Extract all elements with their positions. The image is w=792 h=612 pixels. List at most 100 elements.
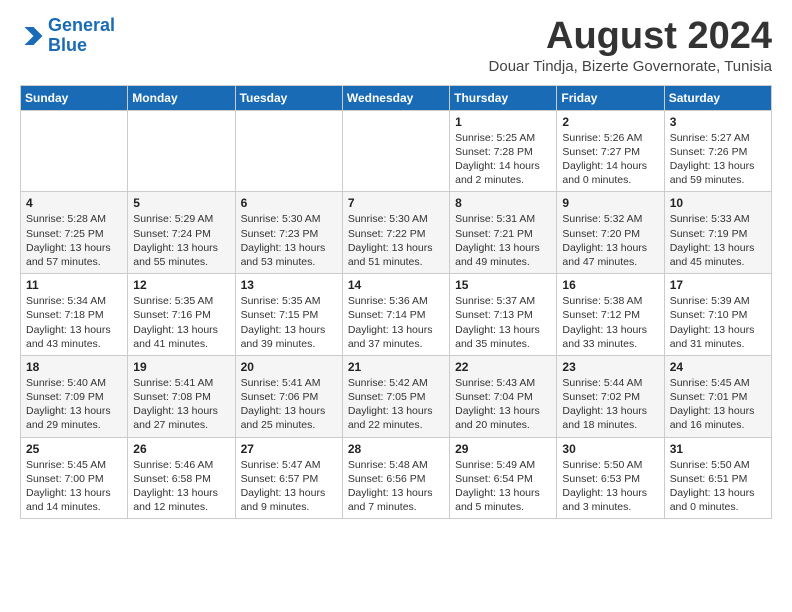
day-info: Sunrise: 5:50 AM Sunset: 6:51 PM Dayligh…: [670, 458, 766, 515]
calendar-cell: 15 Sunrise: 5:37 AM Sunset: 7:13 PM Dayli…: [450, 274, 557, 356]
day-info: Sunrise: 5:26 AM Sunset: 7:27 PM Dayligh…: [562, 131, 658, 188]
day-number: 14: [348, 278, 444, 292]
day-number: 7: [348, 196, 444, 210]
location: Douar Tindja, Bizerte Governorate, Tunis…: [489, 58, 772, 75]
day-number: 9: [562, 196, 658, 210]
calendar-week-row: 1Sunrise: 5:25 AM Sunset: 7:28 PM Daylig…: [21, 110, 772, 192]
calendar-header: Sunday Monday Tuesday Wednesday Thursday…: [21, 85, 772, 110]
calendar-cell: 9Sunrise: 5:32 AM Sunset: 7:20 PM Daylig…: [557, 192, 664, 274]
calendar-cell: 11 Sunrise: 5:34 AM Sunset: 7:18 PM Dayli…: [21, 274, 128, 356]
day-info: Sunrise: 5:34 AM Sunset: 7:18 PM Dayligh…: [26, 294, 122, 351]
th-saturday: Saturday: [664, 85, 771, 110]
day-info: Sunrise: 5:50 AM Sunset: 6:53 PM Dayligh…: [562, 458, 658, 515]
calendar-cell: 27 Sunrise: 5:47 AM Sunset: 6:57 PM Dayli…: [235, 437, 342, 519]
calendar-cell: 5Sunrise: 5:29 AM Sunset: 7:24 PM Daylig…: [128, 192, 235, 274]
calendar-cell: [128, 110, 235, 192]
day-number: 29: [455, 442, 551, 456]
calendar-cell: 14 Sunrise: 5:36 AM Sunset: 7:14 PM Dayli…: [342, 274, 449, 356]
calendar-week-row: 11 Sunrise: 5:34 AM Sunset: 7:18 PM Dayli…: [21, 274, 772, 356]
day-info: Sunrise: 5:41 AM Sunset: 7:08 PM Dayligh…: [133, 376, 229, 433]
calendar-cell: 31 Sunrise: 5:50 AM Sunset: 6:51 PM Dayli…: [664, 437, 771, 519]
logo-line1: General: [48, 15, 115, 35]
calendar-cell: 29 Sunrise: 5:49 AM Sunset: 6:54 PM Dayli…: [450, 437, 557, 519]
calendar-cell: 16 Sunrise: 5:38 AM Sunset: 7:12 PM Dayli…: [557, 274, 664, 356]
day-info: Sunrise: 5:41 AM Sunset: 7:06 PM Dayligh…: [241, 376, 337, 433]
day-number: 27: [241, 442, 337, 456]
day-info: Sunrise: 5:30 AM Sunset: 7:22 PM Dayligh…: [348, 212, 444, 269]
calendar-cell: 24Sunrise: 5:45 AM Sunset: 7:01 PM Dayli…: [664, 355, 771, 437]
day-info: Sunrise: 5:33 AM Sunset: 7:19 PM Dayligh…: [670, 212, 766, 269]
day-number: 24: [670, 360, 766, 374]
day-number: 16: [562, 278, 658, 292]
day-info: Sunrise: 5:37 AM Sunset: 7:13 PM Dayligh…: [455, 294, 551, 351]
day-number: 19: [133, 360, 229, 374]
calendar-cell: 28 Sunrise: 5:48 AM Sunset: 6:56 PM Dayli…: [342, 437, 449, 519]
day-info: Sunrise: 5:35 AM Sunset: 7:15 PM Dayligh…: [241, 294, 337, 351]
calendar-week-row: 25 Sunrise: 5:45 AM Sunset: 7:00 PM Dayli…: [21, 437, 772, 519]
calendar-cell: 20Sunrise: 5:41 AM Sunset: 7:06 PM Dayli…: [235, 355, 342, 437]
month-year: August 2024: [489, 16, 772, 58]
logo-text: General Blue: [48, 16, 115, 56]
calendar-cell: 1Sunrise: 5:25 AM Sunset: 7:28 PM Daylig…: [450, 110, 557, 192]
day-number: 21: [348, 360, 444, 374]
day-number: 31: [670, 442, 766, 456]
day-number: 1: [455, 115, 551, 129]
day-info: Sunrise: 5:47 AM Sunset: 6:57 PM Dayligh…: [241, 458, 337, 515]
day-info: Sunrise: 5:44 AM Sunset: 7:02 PM Dayligh…: [562, 376, 658, 433]
day-info: Sunrise: 5:31 AM Sunset: 7:21 PM Dayligh…: [455, 212, 551, 269]
day-number: 17: [670, 278, 766, 292]
day-info: Sunrise: 5:30 AM Sunset: 7:23 PM Dayligh…: [241, 212, 337, 269]
day-number: 28: [348, 442, 444, 456]
day-number: 4: [26, 196, 122, 210]
calendar-cell: 7 Sunrise: 5:30 AM Sunset: 7:22 PM Daylig…: [342, 192, 449, 274]
day-info: Sunrise: 5:35 AM Sunset: 7:16 PM Dayligh…: [133, 294, 229, 351]
calendar-cell: 25 Sunrise: 5:45 AM Sunset: 7:00 PM Dayli…: [21, 437, 128, 519]
calendar-cell: 10Sunrise: 5:33 AM Sunset: 7:19 PM Dayli…: [664, 192, 771, 274]
calendar-cell: 8Sunrise: 5:31 AM Sunset: 7:21 PM Daylig…: [450, 192, 557, 274]
day-number: 25: [26, 442, 122, 456]
calendar-week-row: 4 Sunrise: 5:28 AM Sunset: 7:25 PM Daylig…: [21, 192, 772, 274]
th-friday: Friday: [557, 85, 664, 110]
calendar-cell: 22Sunrise: 5:43 AM Sunset: 7:04 PM Dayli…: [450, 355, 557, 437]
title-block: August 2024 Douar Tindja, Bizerte Govern…: [489, 16, 772, 75]
calendar-cell: [342, 110, 449, 192]
day-info: Sunrise: 5:38 AM Sunset: 7:12 PM Dayligh…: [562, 294, 658, 351]
day-number: 22: [455, 360, 551, 374]
day-info: Sunrise: 5:46 AM Sunset: 6:58 PM Dayligh…: [133, 458, 229, 515]
calendar-week-row: 18 Sunrise: 5:40 AM Sunset: 7:09 PM Dayli…: [21, 355, 772, 437]
day-info: Sunrise: 5:40 AM Sunset: 7:09 PM Dayligh…: [26, 376, 122, 433]
header: General Blue August 2024 Douar Tindja, B…: [20, 16, 772, 75]
calendar-table: Sunday Monday Tuesday Wednesday Thursday…: [20, 85, 772, 519]
day-number: 30: [562, 442, 658, 456]
th-monday: Monday: [128, 85, 235, 110]
calendar-cell: 13 Sunrise: 5:35 AM Sunset: 7:15 PM Dayli…: [235, 274, 342, 356]
day-info: Sunrise: 5:42 AM Sunset: 7:05 PM Dayligh…: [348, 376, 444, 433]
day-number: 5: [133, 196, 229, 210]
day-number: 3: [670, 115, 766, 129]
day-number: 2: [562, 115, 658, 129]
calendar-cell: 3Sunrise: 5:27 AM Sunset: 7:26 PM Daylig…: [664, 110, 771, 192]
day-info: Sunrise: 5:48 AM Sunset: 6:56 PM Dayligh…: [348, 458, 444, 515]
logo-icon: [20, 24, 44, 48]
day-number: 13: [241, 278, 337, 292]
page: General Blue August 2024 Douar Tindja, B…: [0, 0, 792, 535]
calendar-cell: 18 Sunrise: 5:40 AM Sunset: 7:09 PM Dayli…: [21, 355, 128, 437]
day-info: Sunrise: 5:39 AM Sunset: 7:10 PM Dayligh…: [670, 294, 766, 351]
th-tuesday: Tuesday: [235, 85, 342, 110]
calendar-cell: 6Sunrise: 5:30 AM Sunset: 7:23 PM Daylig…: [235, 192, 342, 274]
day-number: 15: [455, 278, 551, 292]
day-info: Sunrise: 5:45 AM Sunset: 7:00 PM Dayligh…: [26, 458, 122, 515]
day-number: 18: [26, 360, 122, 374]
day-info: Sunrise: 5:28 AM Sunset: 7:25 PM Dayligh…: [26, 212, 122, 269]
calendar-cell: 19 Sunrise: 5:41 AM Sunset: 7:08 PM Dayli…: [128, 355, 235, 437]
day-number: 12: [133, 278, 229, 292]
day-info: Sunrise: 5:49 AM Sunset: 6:54 PM Dayligh…: [455, 458, 551, 515]
calendar-cell: 2 Sunrise: 5:26 AM Sunset: 7:27 PM Daylig…: [557, 110, 664, 192]
calendar-cell: 12 Sunrise: 5:35 AM Sunset: 7:16 PM Dayli…: [128, 274, 235, 356]
calendar-body: 1Sunrise: 5:25 AM Sunset: 7:28 PM Daylig…: [21, 110, 772, 518]
day-number: 11: [26, 278, 122, 292]
day-info: Sunrise: 5:36 AM Sunset: 7:14 PM Dayligh…: [348, 294, 444, 351]
calendar-cell: 17 Sunrise: 5:39 AM Sunset: 7:10 PM Dayli…: [664, 274, 771, 356]
logo-line2: Blue: [48, 36, 115, 56]
logo: General Blue: [20, 16, 115, 56]
